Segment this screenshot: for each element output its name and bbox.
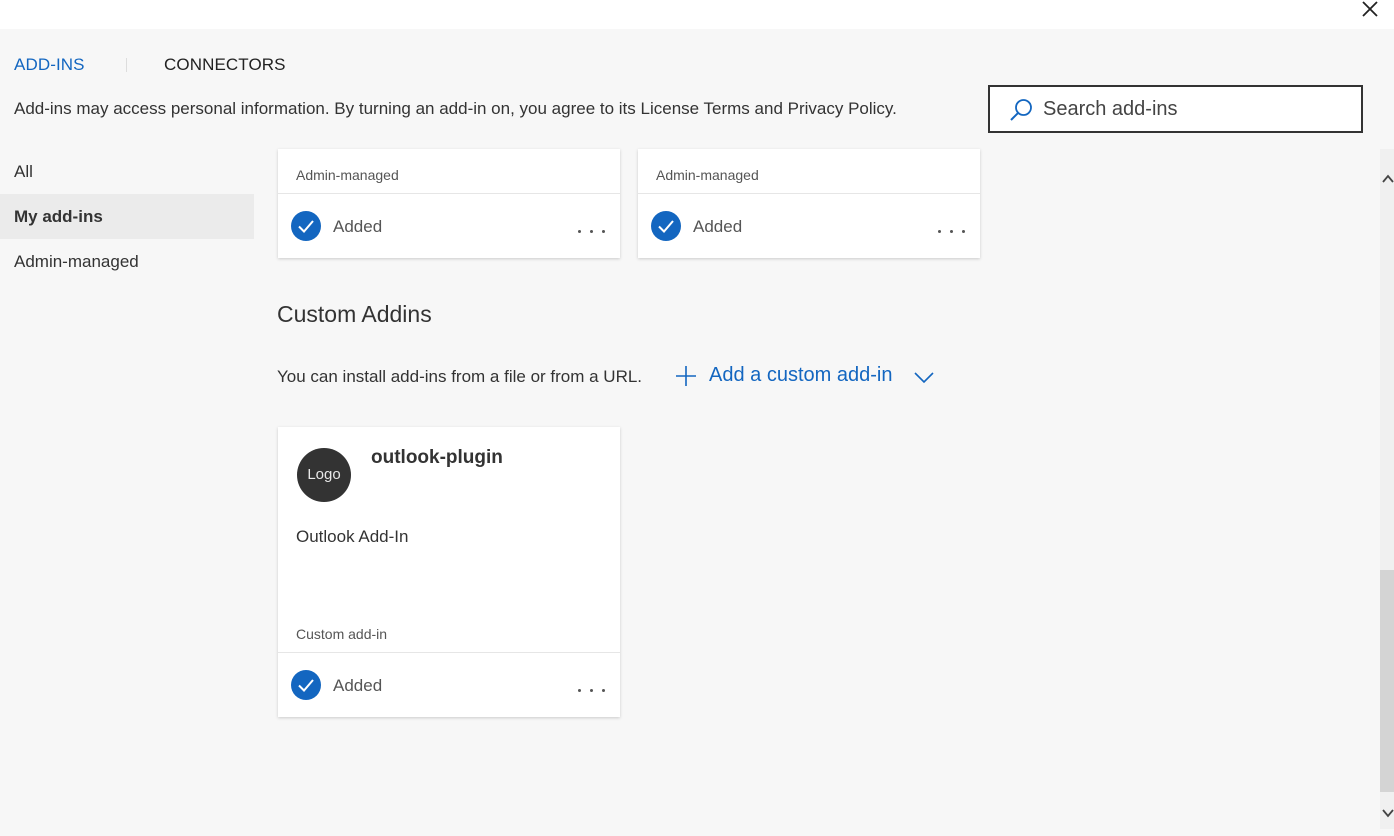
more-options-icon [590,230,593,233]
tab-add-ins[interactable]: ADD-INS [14,55,85,75]
more-options-icon [962,230,965,233]
privacy-policy-link[interactable]: Privacy Policy [788,99,893,118]
search-box[interactable] [988,85,1363,133]
add-in-logo: Logo [297,448,351,502]
plus-icon [676,366,696,386]
more-options-button[interactable] [936,221,968,241]
add-in-description: Outlook Add-In [296,527,409,546]
added-status: Added [333,676,383,695]
notice-and-text: and [749,99,788,118]
more-options-icon [578,689,581,692]
notice-end: . [892,99,897,118]
close-icon [1362,1,1378,17]
tab-connectors[interactable]: CONNECTORS [164,55,286,75]
checkmark-circle-icon [651,211,681,241]
category-sidebar: All My add-ins Admin-managed [0,149,254,284]
custom-addins-heading: Custom Addins [277,301,432,327]
search-input[interactable] [1043,95,1343,123]
tab-divider [126,58,127,72]
more-options-icon [602,230,605,233]
dialog-title-bar [0,0,1394,29]
add-in-name: outlook-plugin [371,447,503,468]
card-divider [278,193,620,194]
admin-add-in-card[interactable]: Admin-managed Added [278,149,620,258]
add-custom-add-in-label: Add a custom add-in [709,364,893,386]
card-type-label: Admin-managed [656,167,759,183]
sidebar-item-all[interactable]: All [0,149,254,194]
card-divider [638,193,980,194]
scroll-up-button[interactable] [1380,170,1394,186]
close-button[interactable] [1358,0,1382,20]
install-instructions: You can install add-ins from a file or f… [277,367,643,386]
checkmark-circle-icon [291,211,321,241]
card-divider [278,652,620,653]
more-options-icon [950,230,953,233]
more-options-icon [938,230,941,233]
more-options-button[interactable] [576,680,608,700]
custom-add-in-card[interactable]: Logo outlook-plugin Outlook Add-In Custo… [278,427,620,717]
license-terms-link[interactable]: License Terms [641,99,750,118]
card-type-label: Custom add-in [296,626,388,642]
privacy-notice: Add-ins may access personal information.… [14,99,897,119]
chevron-down-icon [914,372,934,384]
chevron-up-icon [1382,174,1394,183]
notice-text: Add-ins may access personal information.… [14,99,641,118]
more-options-icon [602,689,605,692]
added-status: Added [693,217,743,236]
more-options-icon [578,230,581,233]
sidebar-item-admin-managed[interactable]: Admin-managed [0,239,254,284]
scrollbar-thumb[interactable] [1380,570,1394,792]
card-type-label: Admin-managed [296,167,399,183]
admin-add-in-card[interactable]: Admin-managed Added [638,149,980,258]
more-options-icon [590,689,593,692]
added-status: Added [333,217,383,236]
checkmark-circle-icon [291,670,321,700]
search-icon [1010,99,1032,121]
scroll-down-button[interactable] [1380,806,1394,822]
more-options-button[interactable] [576,221,608,241]
sidebar-item-my-add-ins[interactable]: My add-ins [0,194,254,239]
chevron-down-icon [1382,809,1394,818]
